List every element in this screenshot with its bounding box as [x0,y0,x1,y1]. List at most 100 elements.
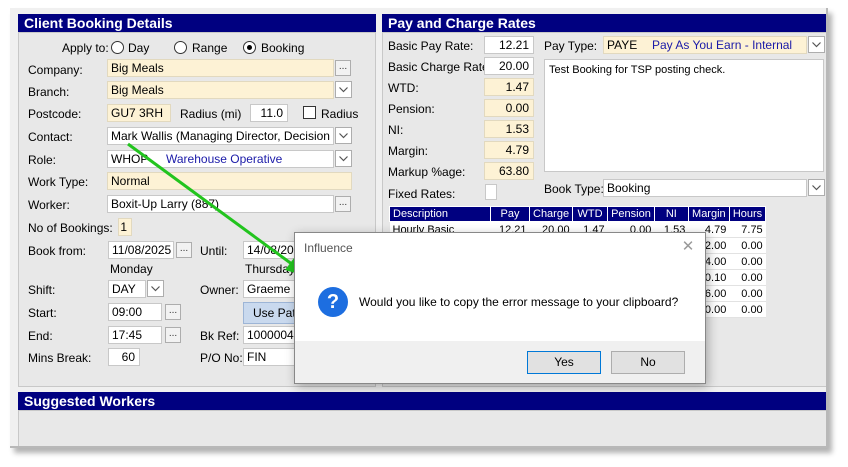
until-label: Until: [200,244,228,258]
until-day: Thursday [245,262,295,276]
postcode-field[interactable]: GU7 3RH [107,104,171,122]
ni-field[interactable]: 1.53 [484,120,534,138]
company-field[interactable]: Big Meals [107,59,334,77]
book-type-dropdown[interactable] [808,179,825,196]
start-label: Start: [28,306,57,320]
mins-break-field[interactable]: 60 [108,348,140,366]
apply-booking-radio[interactable] [243,41,256,54]
col-pension: Pension [607,206,655,222]
apply-day-label: Day [128,41,150,55]
fixed-rates-checkbox[interactable] [485,184,497,200]
basic-pay-field[interactable]: 12.21 [484,36,534,54]
contact-dropdown[interactable] [335,127,352,144]
pension-field[interactable]: 0.00 [484,99,534,117]
suggested-workers-header: Suggested Workers [18,392,826,410]
apply-range-label: Range [192,41,228,55]
owner-field[interactable]: Graeme on [243,280,297,298]
col-description: Description [389,206,491,222]
col-hours: Hours [728,206,767,222]
shift-field[interactable]: DAY [108,280,146,298]
end-field[interactable]: 17:45 [108,326,162,344]
wtd-field[interactable]: 1.47 [484,78,534,96]
chevron-down-icon [339,86,348,92]
shift-dropdown[interactable] [147,280,164,297]
book-from-label: Book from: [28,244,87,258]
radius-check-label: Radius [321,107,359,121]
use-pattern-button[interactable]: Use Patte [243,302,297,324]
worker-label: Worker: [28,198,70,212]
cell: 0.00 [729,269,766,286]
branch-dropdown[interactable] [335,81,352,98]
bk-ref-field[interactable]: 10000045 [243,326,297,344]
pay-type-field[interactable]: PAYE Pay As You Earn - Internal [603,36,807,54]
book-type-label: Book Type: [544,182,604,196]
question-icon: ? [318,287,348,317]
confirm-dialog: Influence ✕ ? Would you like to copy the… [294,232,706,384]
company-label: Company: [28,63,83,77]
radius-checkbox[interactable] [303,106,316,119]
book-from-day: Monday [110,262,153,276]
pay-type-label: Pay Type: [544,39,598,53]
dialog-message: Would you like to copy the error message… [359,295,679,309]
no-bookings-field[interactable]: 1 [118,218,132,236]
company-lookup-button[interactable]: ... [335,60,351,76]
start-field[interactable]: 09:00 [108,303,162,321]
rates-table-header: Description Pay Charge WTD Pension NI Ma… [389,206,767,222]
role-description: Warehouse Operative [166,152,283,166]
cell: 0.00 [729,253,766,270]
book-from-picker-button[interactable]: ... [176,242,192,258]
mins-break-label: Mins Break: [28,351,92,365]
close-icon[interactable]: ✕ [681,239,695,254]
book-type-field[interactable]: Booking [603,179,807,197]
role-code: WHOP [111,152,149,166]
pay-type-dropdown[interactable] [808,36,825,53]
bk-ref-label: Bk Ref: [200,329,240,343]
worker-field[interactable]: Boxit-Up Larry (887) [107,195,334,213]
apply-booking-label: Booking [261,41,305,55]
po-no-field[interactable]: FIN [243,348,297,366]
branch-label: Branch: [28,85,70,99]
chevron-down-icon [339,155,348,161]
chevron-down-icon [812,41,821,47]
dialog-body: ? Would you like to copy the error messa… [295,265,705,341]
apply-range-radio[interactable] [174,41,187,54]
branch-field[interactable]: Big Meals [107,81,334,99]
margin-field[interactable]: 4.79 [484,141,534,159]
no-bookings-label: No of Bookings: [28,221,113,235]
pension-label: Pension: [388,102,435,116]
start-picker-button[interactable]: ... [165,304,181,320]
col-pay: Pay [490,206,530,222]
work-type-field[interactable]: Normal [107,172,352,190]
col-charge: Charge [528,206,574,222]
dialog-title: Influence [304,241,353,255]
po-no-label: P/O No: [200,351,243,365]
worker-lookup-button[interactable]: ... [335,196,351,212]
work-type-label: Work Type: [28,175,89,189]
book-from-field[interactable]: 11/08/2025 [108,241,174,259]
col-wtd: WTD [572,206,609,222]
no-button[interactable]: No [611,351,685,374]
end-picker-button[interactable]: ... [165,327,181,343]
col-ni: NI [653,206,689,222]
booking-notes-memo[interactable]: Test Booking for TSP posting check. [544,59,824,172]
cell: 7.75 [729,221,766,238]
pay-type-description: Pay As You Earn - Internal [652,38,793,52]
cell: 0.00 [729,237,766,254]
end-label: End: [28,329,53,343]
chevron-down-icon [339,132,348,138]
radius-field[interactable]: 11.0 [250,104,288,122]
basic-pay-label: Basic Pay Rate: [388,39,474,53]
contact-label: Contact: [28,130,73,144]
until-field[interactable]: 14/08/2025 [243,241,297,259]
cell: 0.00 [729,285,766,302]
contact-field[interactable]: Mark Wallis (Managing Director, Decision… [107,127,334,145]
markup-field[interactable]: 63.80 [484,162,534,180]
apply-day-radio[interactable] [111,41,124,54]
role-field[interactable]: WHOP Warehouse Operative [107,150,334,168]
dialog-titlebar: Influence ✕ [295,233,705,265]
margin-label: Margin: [388,144,429,158]
yes-button[interactable]: Yes [527,351,601,374]
role-dropdown[interactable] [335,150,352,167]
basic-charge-field[interactable]: 20.00 [484,57,534,75]
shift-label: Shift: [28,283,56,297]
